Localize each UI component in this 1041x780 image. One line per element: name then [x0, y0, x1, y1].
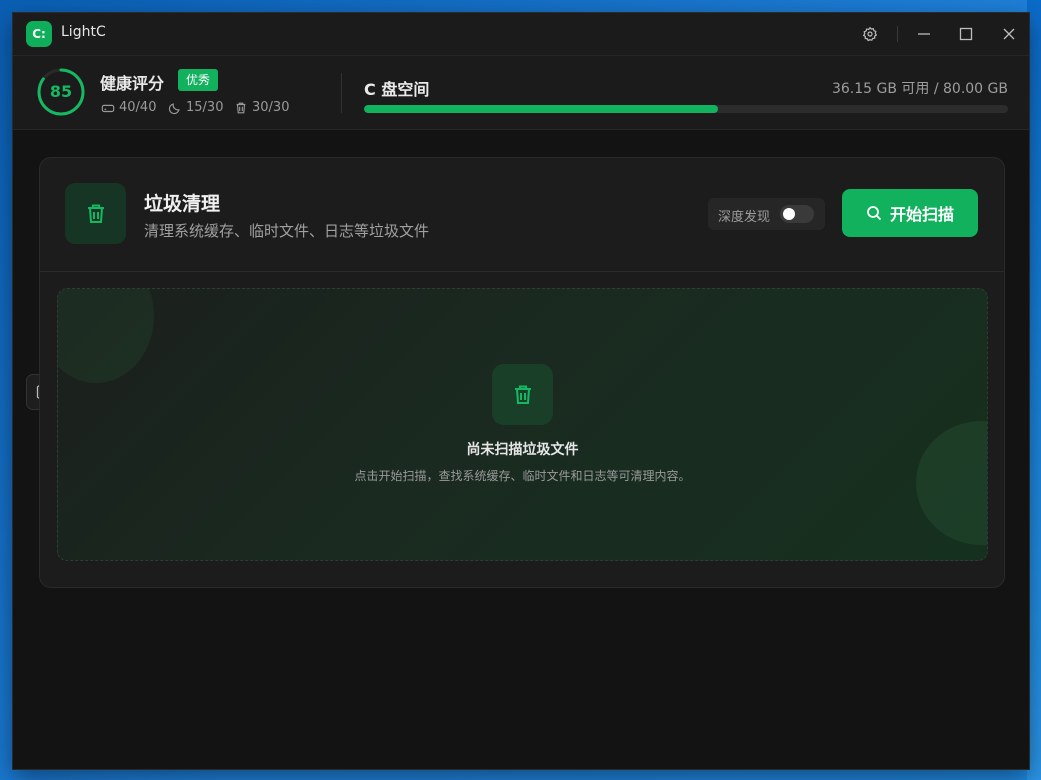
disk-usage-fill [364, 105, 719, 113]
empty-state-description: 点击开始扫描，查找系统缓存、临时文件和日志等可清理内容。 [354, 469, 691, 483]
empty-state-title: 尚未扫描垃圾文件 [466, 442, 579, 458]
empty-state: 尚未扫描垃圾文件 点击开始扫描，查找系统缓存、临时文件和日志等可清理内容。 [57, 288, 988, 561]
settings-button[interactable] [857, 21, 883, 47]
titlebar-divider [897, 26, 898, 42]
moon-icon [168, 102, 180, 114]
minimize-button[interactable] [911, 21, 937, 47]
search-icon [867, 206, 882, 221]
metric-moon-value: 15/30 [186, 100, 224, 115]
app-window: C: LightC 85 健康评分 优秀 40/40 15/30 30/30 C… [13, 13, 1029, 769]
deep-scan-toggle[interactable]: 深度发现 [708, 198, 825, 230]
metric-trash: 30/30 [234, 100, 289, 115]
gear-icon [862, 26, 878, 42]
close-icon [1003, 28, 1015, 40]
close-button[interactable] [996, 21, 1022, 47]
empty-icon-box [492, 364, 553, 425]
title-bar: C: LightC [13, 13, 1029, 56]
card-header: 垃圾清理 清理系统缓存、临时文件、日志等垃圾文件 深度发现 开始扫描 [40, 158, 1004, 272]
health-label: 健康评分 [100, 74, 165, 93]
card-title: 垃圾清理 [144, 193, 221, 215]
metric-trash-value: 30/30 [252, 100, 290, 115]
desktop-background [1027, 0, 1041, 780]
switch-knob [783, 208, 795, 220]
disk-usage-bar [364, 105, 1008, 113]
deep-scan-switch[interactable] [780, 205, 814, 223]
junk-clean-card: 垃圾清理 清理系统缓存、临时文件、日志等垃圾文件 深度发现 开始扫描 尚未扫描垃… [39, 157, 1005, 588]
trash-icon [87, 204, 104, 223]
start-scan-label: 开始扫描 [889, 205, 954, 224]
health-score-value: 85 [49, 82, 73, 101]
trash-icon [514, 385, 531, 404]
maximize-icon [959, 27, 973, 41]
card-subtitle: 清理系统缓存、临时文件、日志等垃圾文件 [144, 222, 430, 240]
minimize-icon [918, 33, 930, 35]
app-logo: C: [26, 21, 52, 47]
health-badge: 优秀 [178, 69, 219, 91]
metric-drive-value: 40/40 [119, 100, 157, 115]
disk-info: 36.15 GB 可用 / 80.00 GB [831, 81, 1008, 97]
disk-title: C 盘空间 [364, 80, 430, 99]
status-header: 85 健康评分 优秀 40/40 15/30 30/30 C 盘空间 36.15… [13, 56, 1029, 130]
start-scan-button[interactable]: 开始扫描 [842, 189, 978, 237]
header-divider [341, 73, 342, 113]
deep-scan-label: 深度发现 [718, 210, 771, 225]
metric-moon: 15/30 [168, 100, 223, 115]
decor-blob [58, 289, 154, 383]
metric-drive: 40/40 [101, 100, 156, 115]
drive-icon [101, 104, 115, 112]
app-title: LightC [61, 24, 106, 40]
maximize-button[interactable] [953, 21, 979, 47]
trash-icon [236, 102, 246, 113]
card-icon-box [65, 183, 126, 244]
